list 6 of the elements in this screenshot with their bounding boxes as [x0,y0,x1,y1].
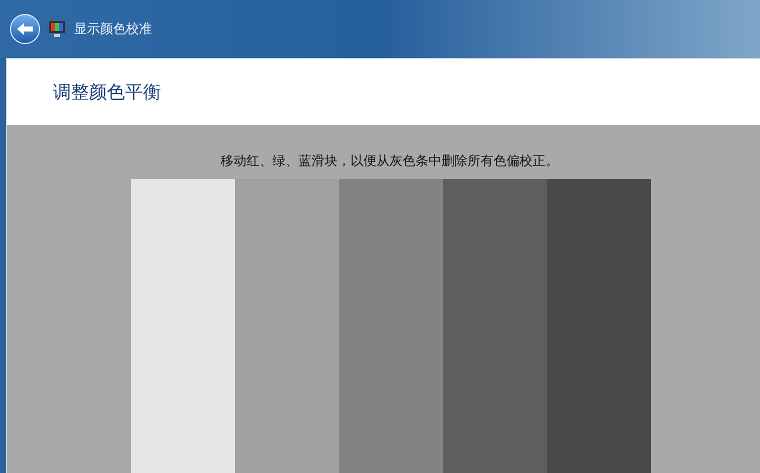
back-button[interactable] [10,14,40,44]
left-arrow-icon [16,22,34,36]
page-heading: 调整颜色平衡 [53,80,161,104]
instruction-text: 移动红、绿、蓝滑块，以便从灰色条中删除所有色偏校正。 [220,152,558,170]
monitor-icon [48,20,66,38]
window-title: 显示颜色校准 [74,20,152,38]
